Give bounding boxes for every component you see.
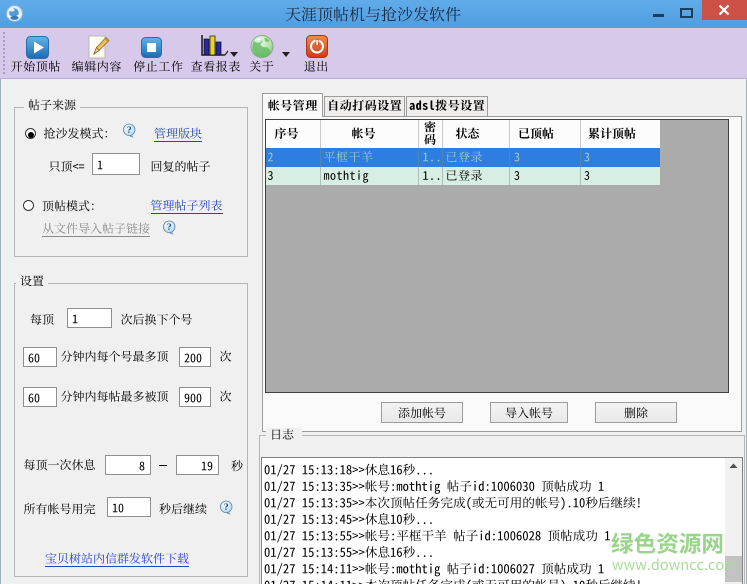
svg-text:?: ? xyxy=(127,126,132,136)
svg-text:?: ? xyxy=(167,223,172,233)
svg-text:?: ? xyxy=(224,503,229,513)
